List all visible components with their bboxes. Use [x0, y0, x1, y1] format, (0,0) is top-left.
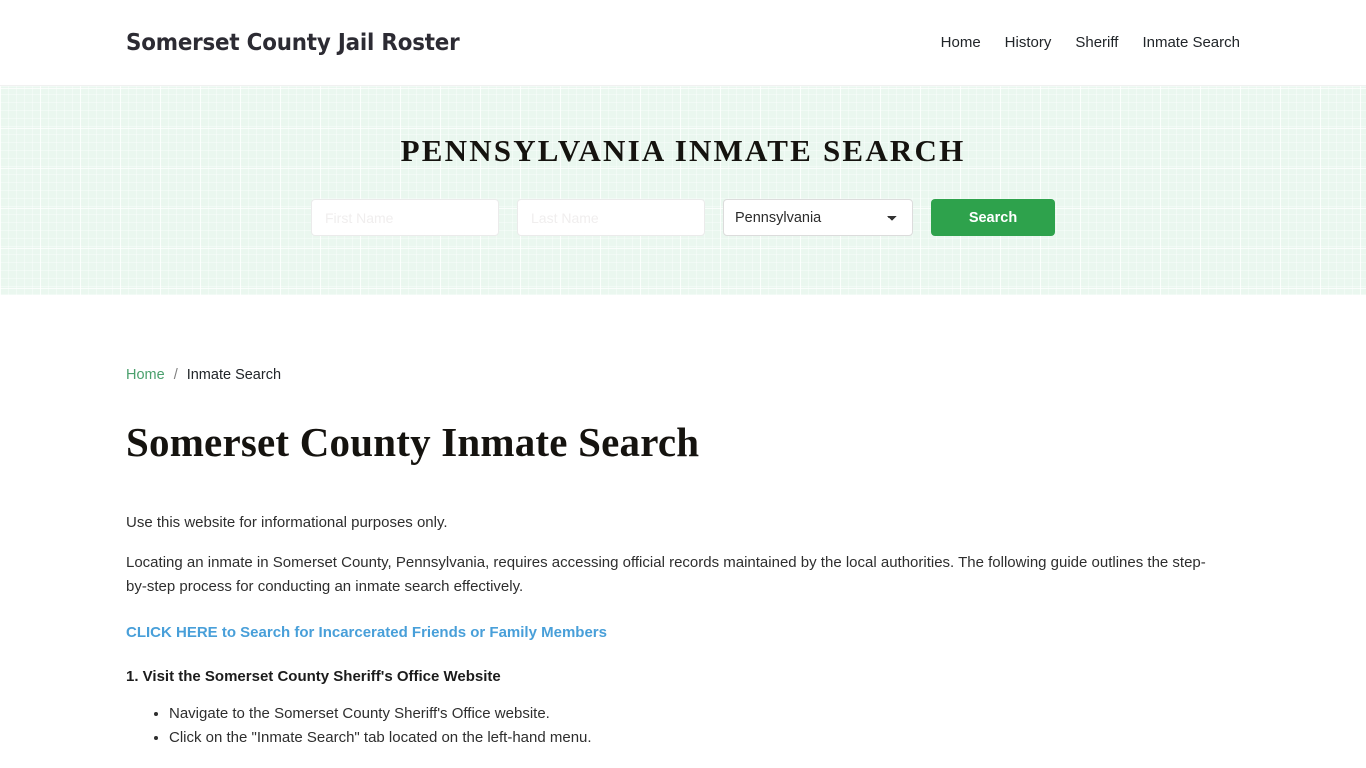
intro-paragraph: Use this website for informational purpo…	[126, 514, 448, 532]
breadcrumb-link-home[interactable]: Home	[126, 367, 165, 383]
step-1-list: Navigate to the Somerset County Sheriff'…	[126, 702, 1240, 750]
hero-title: PENNSYLVANIA INMATE SEARCH	[400, 133, 966, 168]
breadcrumb: Home / Inmate Search	[126, 295, 1240, 383]
inmate-search-form: Pennsylvania Search	[311, 199, 1055, 236]
step-1-heading: 1. Visit the Somerset County Sheriff's O…	[126, 668, 501, 686]
list-item: Click on the "Inmate Search" tab located…	[169, 726, 1240, 750]
site-header: Somerset County Jail Roster Home History…	[0, 0, 1366, 86]
breadcrumb-separator: /	[173, 367, 178, 383]
breadcrumb-current: Inmate Search	[186, 367, 282, 383]
state-select[interactable]: Pennsylvania	[723, 199, 913, 236]
cta-search-link[interactable]: CLICK HERE to Search for Incarcerated Fr…	[126, 622, 607, 644]
main-content: Home / Inmate Search Somerset County Inm…	[0, 295, 1366, 768]
last-name-input[interactable]	[517, 199, 705, 236]
nav-item-sheriff[interactable]: Sheriff	[1063, 35, 1130, 50]
first-name-input[interactable]	[311, 199, 499, 236]
nav-item-history[interactable]: History	[993, 35, 1064, 50]
page-title: Somerset County Inmate Search	[126, 419, 700, 465]
main-navigation: Home History Sheriff Inmate Search	[929, 35, 1240, 50]
description-paragraph: Locating an inmate in Somerset County, P…	[126, 554, 1206, 596]
list-item: Navigate to the Somerset County Sheriff'…	[169, 702, 1240, 726]
site-logo[interactable]: Somerset County Jail Roster	[126, 30, 460, 56]
nav-item-inmate-search[interactable]: Inmate Search	[1130, 35, 1240, 50]
nav-item-home[interactable]: Home	[929, 35, 993, 50]
search-button[interactable]: Search	[931, 199, 1055, 236]
hero-banner: PENNSYLVANIA INMATE SEARCH Pennsylvania …	[0, 86, 1366, 295]
